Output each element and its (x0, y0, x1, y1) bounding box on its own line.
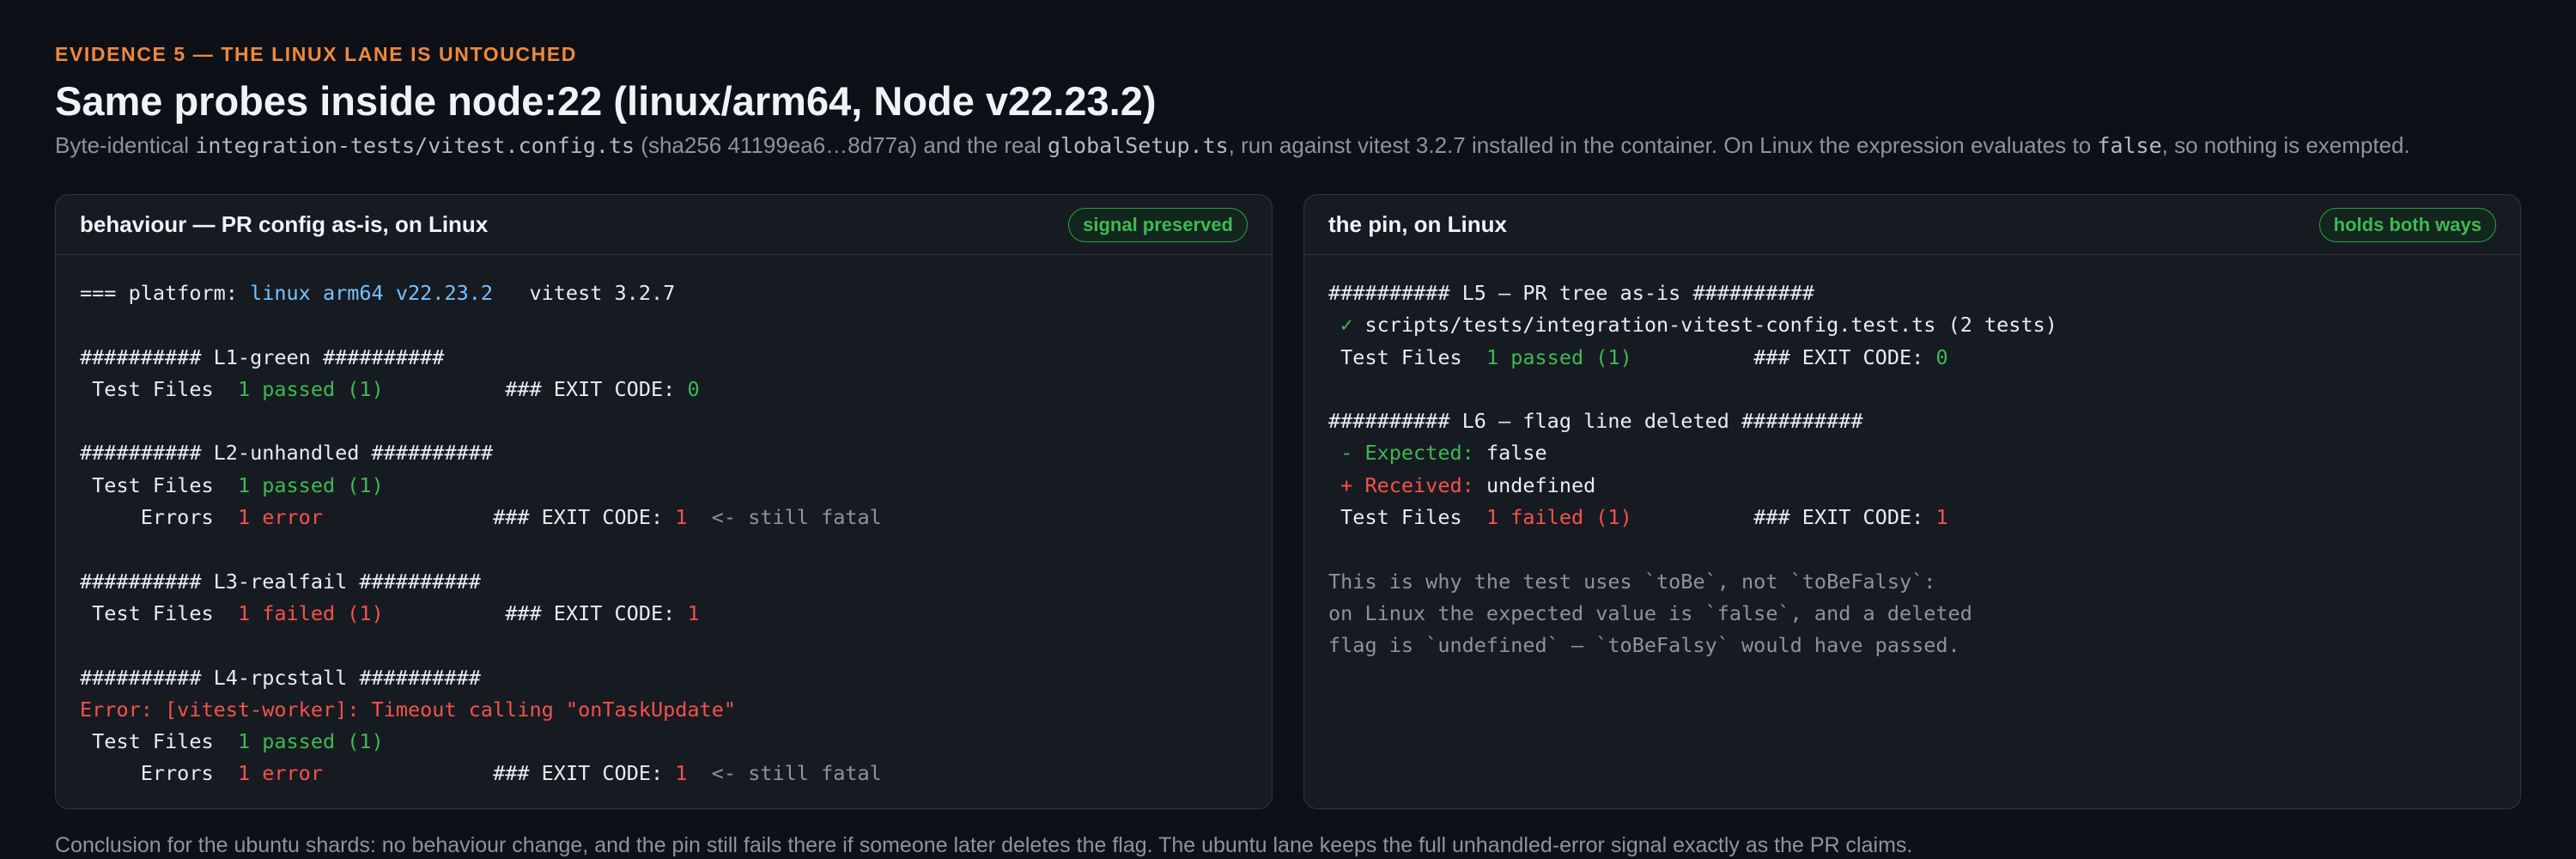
subtitle-text: Byte-identical (55, 132, 196, 158)
l4-error-line: Error: [vitest-worker]: Timeout calling … (80, 697, 737, 722)
test-files-label: Test Files (80, 472, 238, 497)
still-fatal-note: <- still fatal (687, 505, 882, 530)
test-files-label: Test Files (1328, 344, 1486, 369)
l1-header: ########## L1-green ########## (80, 344, 445, 369)
exit-code: 1 (687, 600, 700, 625)
l2-header: ########## L2-unhandled ########## (80, 441, 494, 466)
test-file-name: scripts/tests/integration-vitest-config.… (1364, 313, 2057, 338)
explanation-line: flag is `undefined` — `toBeFalsy` would … (1328, 633, 1960, 658)
expected-value: false (1485, 441, 1547, 466)
l2-errors-line: Errors 1 error ### EXIT CODE: 1 <- still… (80, 502, 1248, 533)
behaviour-panel: behaviour — PR config as-is, on Linux si… (55, 194, 1273, 809)
failed-count: 1 failed (1) (237, 600, 384, 625)
subtitle-text: (sha256 41199ea6…8d77a) and the real (635, 132, 1048, 158)
l2-test-files-line: Test Files 1 passed (1) (80, 470, 1248, 502)
errors-label: Errors (80, 505, 238, 530)
subtitle-code-false: false (2097, 133, 2162, 158)
passed-count: 1 passed (1) (237, 729, 384, 754)
l4-header: ########## L4-rpcstall ########## (80, 665, 481, 690)
exit-label: ### EXIT CODE: (505, 376, 688, 401)
error-count: 1 error (237, 761, 323, 786)
l5-header: ########## L5 — PR tree as-is ########## (1328, 281, 1814, 305)
exit-code: 1 (675, 761, 688, 786)
explanation-line: on Linux the expected value is `false`, … (1328, 600, 1972, 625)
l6-header: ########## L6 — flag line deleted ######… (1328, 409, 1863, 434)
l4-errors-line: Errors 1 error ### EXIT CODE: 1 <- still… (80, 758, 1248, 789)
status-badge: signal preserved (1068, 207, 1248, 242)
check-icon: ✓ (1328, 313, 1365, 338)
platform-line: === platform: linux arm64 v22.23.2 vites… (80, 277, 1248, 309)
panel-title: behaviour — PR config as-is, on Linux (80, 211, 489, 237)
exit-code: 1 (1935, 505, 1948, 530)
test-files-label: Test Files (1328, 505, 1486, 530)
errors-label: Errors (80, 761, 238, 786)
error-count: 1 error (237, 505, 323, 530)
passed-count: 1 passed (1) (1485, 344, 1632, 369)
received-value: undefined (1485, 472, 1596, 497)
status-badge: holds both ways (2318, 207, 2496, 242)
exit-label: ### EXIT CODE: (505, 600, 688, 625)
exit-code: 0 (1935, 344, 1948, 369)
test-files-label: Test Files (80, 600, 238, 625)
conclusion-text: Conclusion for the ubuntu shards: no beh… (55, 833, 1913, 857)
exit-label: ### EXIT CODE: (493, 761, 676, 786)
panel-title: the pin, on Linux (1328, 211, 1507, 237)
l5-test-files-line: Test Files 1 passed (1) ### EXIT CODE: 0 (1328, 342, 2496, 374)
failed-count: 1 failed (1) (1485, 505, 1632, 530)
terminal-output: === platform: linux arm64 v22.23.2 vites… (56, 255, 1272, 790)
expected-label: - Expected: (1328, 441, 1486, 466)
still-fatal-note: <- still fatal (687, 761, 882, 786)
panel-header: the pin, on Linux holds both ways (1304, 195, 2520, 255)
section-eyebrow: EVIDENCE 5 — THE LINUX LANE IS UNTOUCHED (55, 43, 577, 65)
received-label: + Received: (1328, 472, 1486, 497)
exit-label: ### EXIT CODE: (493, 505, 676, 530)
test-files-label: Test Files (80, 376, 238, 401)
terminal-output: ########## L5 — PR tree as-is ##########… (1304, 255, 2520, 662)
l6-test-files-line: Test Files 1 failed (1) ### EXIT CODE: 1 (1328, 502, 2496, 533)
platform-suffix: vitest 3.2.7 (493, 281, 676, 305)
platform-prefix: === platform: (80, 281, 251, 305)
panel-header: behaviour — PR config as-is, on Linux si… (56, 195, 1272, 255)
explanation-line: This is why the test uses `toBe`, not `t… (1328, 569, 1936, 594)
l3-test-files-line: Test Files 1 failed (1) ### EXIT CODE: 1 (80, 598, 1248, 630)
page-subtitle: Byte-identical integration-tests/vitest.… (55, 132, 2410, 159)
l1-test-files-line: Test Files 1 passed (1) ### EXIT CODE: 0 (80, 374, 1248, 405)
page-title: Same probes inside node:22 (linux/arm64,… (55, 78, 1157, 124)
subtitle-text: , run against vitest 3.2.7 installed in … (1228, 132, 2098, 158)
passed-count: 1 passed (1) (237, 376, 384, 401)
test-files-label: Test Files (80, 729, 238, 754)
exit-code: 0 (687, 376, 700, 401)
exit-label: ### EXIT CODE: (1753, 505, 1936, 530)
l3-header: ########## L3-realfail ########## (80, 569, 481, 594)
test-file-line: ✓ scripts/tests/integration-vitest-confi… (1328, 309, 2496, 341)
received-line: + Received: undefined (1328, 470, 2496, 502)
platform-value: linux arm64 v22.23.2 (250, 281, 494, 305)
subtitle-code-config: integration-tests/vitest.config.ts (195, 133, 635, 158)
subtitle-code-globalsetup: globalSetup.ts (1047, 133, 1229, 158)
exit-code: 1 (675, 505, 688, 530)
pin-panel: the pin, on Linux holds both ways ######… (1303, 194, 2521, 809)
expected-line: - Expected: false (1328, 437, 2496, 469)
passed-count: 1 passed (1) (237, 472, 384, 497)
exit-label: ### EXIT CODE: (1753, 344, 1936, 369)
subtitle-text: , so nothing is exempted. (2161, 132, 2410, 158)
l4-test-files-line: Test Files 1 passed (1) (80, 726, 1248, 758)
